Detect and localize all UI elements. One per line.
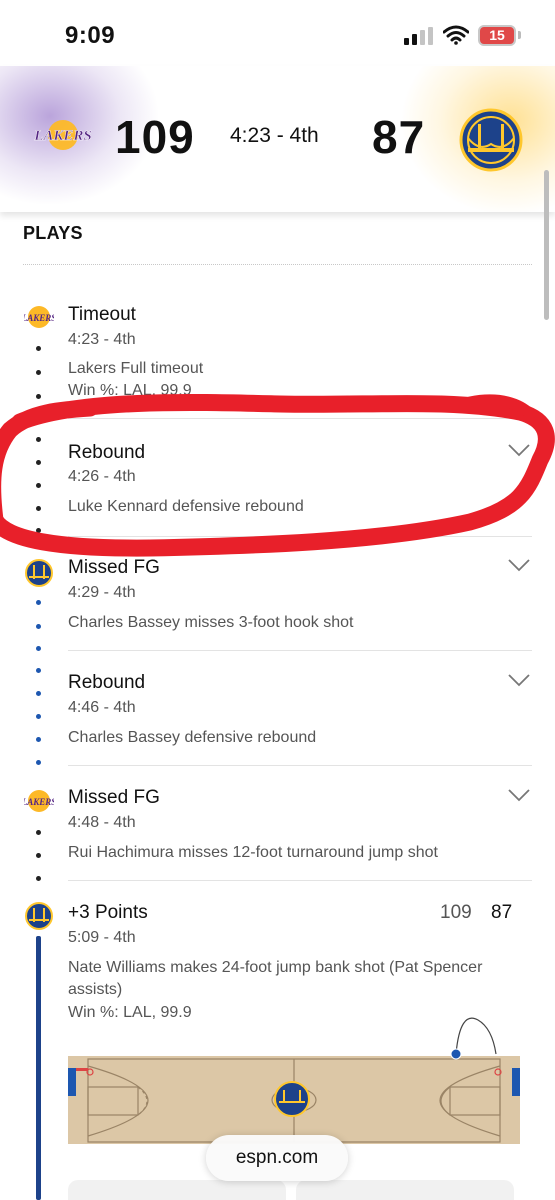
timeline-dot [36,370,41,375]
timeline-dot [36,830,41,835]
battery-level: 15 [489,27,505,43]
play-title: Timeout [68,304,136,325]
play-description: Lakers Full timeout [68,360,204,377]
timeline-dot [36,437,41,442]
section-divider [23,264,532,265]
play-score-away: 87 [491,902,513,923]
play-score-home: 109 [440,902,472,923]
battery-icon: 15 [478,25,516,46]
wifi-icon [443,25,469,45]
timeline-dot [36,600,41,605]
away-score: 87 [372,111,426,163]
play-description: Charles Bassey misses 3-foot hook shot [68,614,354,631]
play-title: Rebound [68,672,146,693]
timeline-dot [36,853,41,858]
svg-text:LAKERS: LAKERS [24,313,54,323]
svg-text:LAKERS: LAKERS [33,128,92,144]
timeline-dot [36,668,41,673]
play-time: 4:46 - 4th [68,699,136,716]
timeline-dot [36,714,41,719]
play-title: +3 Points [68,902,148,923]
battery-cap [518,31,521,39]
bottom-card[interactable] [296,1180,514,1200]
play-time: 4:23 - 4th [68,331,136,348]
timeline-dot [36,346,41,351]
play-title: Rebound [68,442,146,463]
scoring-timeline-bar [36,936,41,1200]
play-time: 4:26 - 4th [68,468,136,485]
game-clock: 4:23 - 4th [230,124,319,147]
scoreboard[interactable]: LAKERS 109 4:23 - 4th 87 [0,66,555,212]
chevron-down-icon[interactable] [507,558,531,572]
chevron-down-icon[interactable] [507,673,531,687]
play-separator [68,418,532,419]
play-description: Nate Williams makes 24-foot jump bank sh… [68,959,483,998]
timeline-dot [36,460,41,465]
chevron-down-icon[interactable] [507,788,531,802]
play-time: 4:29 - 4th [68,584,136,601]
play-win-probability: Win %: LAL, 99.9 [68,382,192,399]
signal-icon [404,27,433,45]
shot-chart-court[interactable] [68,1014,520,1144]
browser-url-bar[interactable]: espn.com [206,1135,348,1181]
timeline-dot [36,624,41,629]
play-description: Charles Bassey defensive rebound [68,729,317,746]
scrollbar[interactable] [544,170,549,320]
warriors-logo[interactable] [459,108,523,172]
play-separator [68,536,532,537]
status-time: 9:09 [65,22,116,49]
play-time: 5:09 - 4th [68,929,136,946]
svg-text:LAKERS: LAKERS [24,797,54,807]
timeline-dot [36,528,41,533]
status-bar: 9:09 15 [0,0,555,66]
timeline-dot [36,506,41,511]
timeline-dot [36,876,41,881]
play-separator [68,650,532,651]
warriors-logo [25,902,53,930]
play-description: Rui Hachimura misses 12-foot turnaround … [68,844,438,861]
play-separator [68,880,532,881]
warriors-logo [25,559,53,587]
plays-section-title: PLAYS [23,223,83,243]
timeline-dot [36,691,41,696]
home-score: 109 [115,111,195,163]
chevron-down-icon[interactable] [507,443,531,457]
timeline-dot [36,394,41,399]
play-title: Missed FG [68,787,160,808]
play-time: 4:48 - 4th [68,814,136,831]
timeline-dot [36,646,41,651]
play-separator [68,765,532,766]
play-description: Luke Kennard defensive rebound [68,498,304,515]
timeline-dot [36,760,41,765]
lakers-logo: LAKERS [24,306,54,328]
timeline-dot [36,737,41,742]
play-title: Missed FG [68,557,160,578]
timeline-dot [36,483,41,488]
lakers-logo[interactable]: LAKERS [30,118,96,152]
lakers-logo: LAKERS [24,790,54,812]
bottom-card[interactable] [68,1180,286,1200]
